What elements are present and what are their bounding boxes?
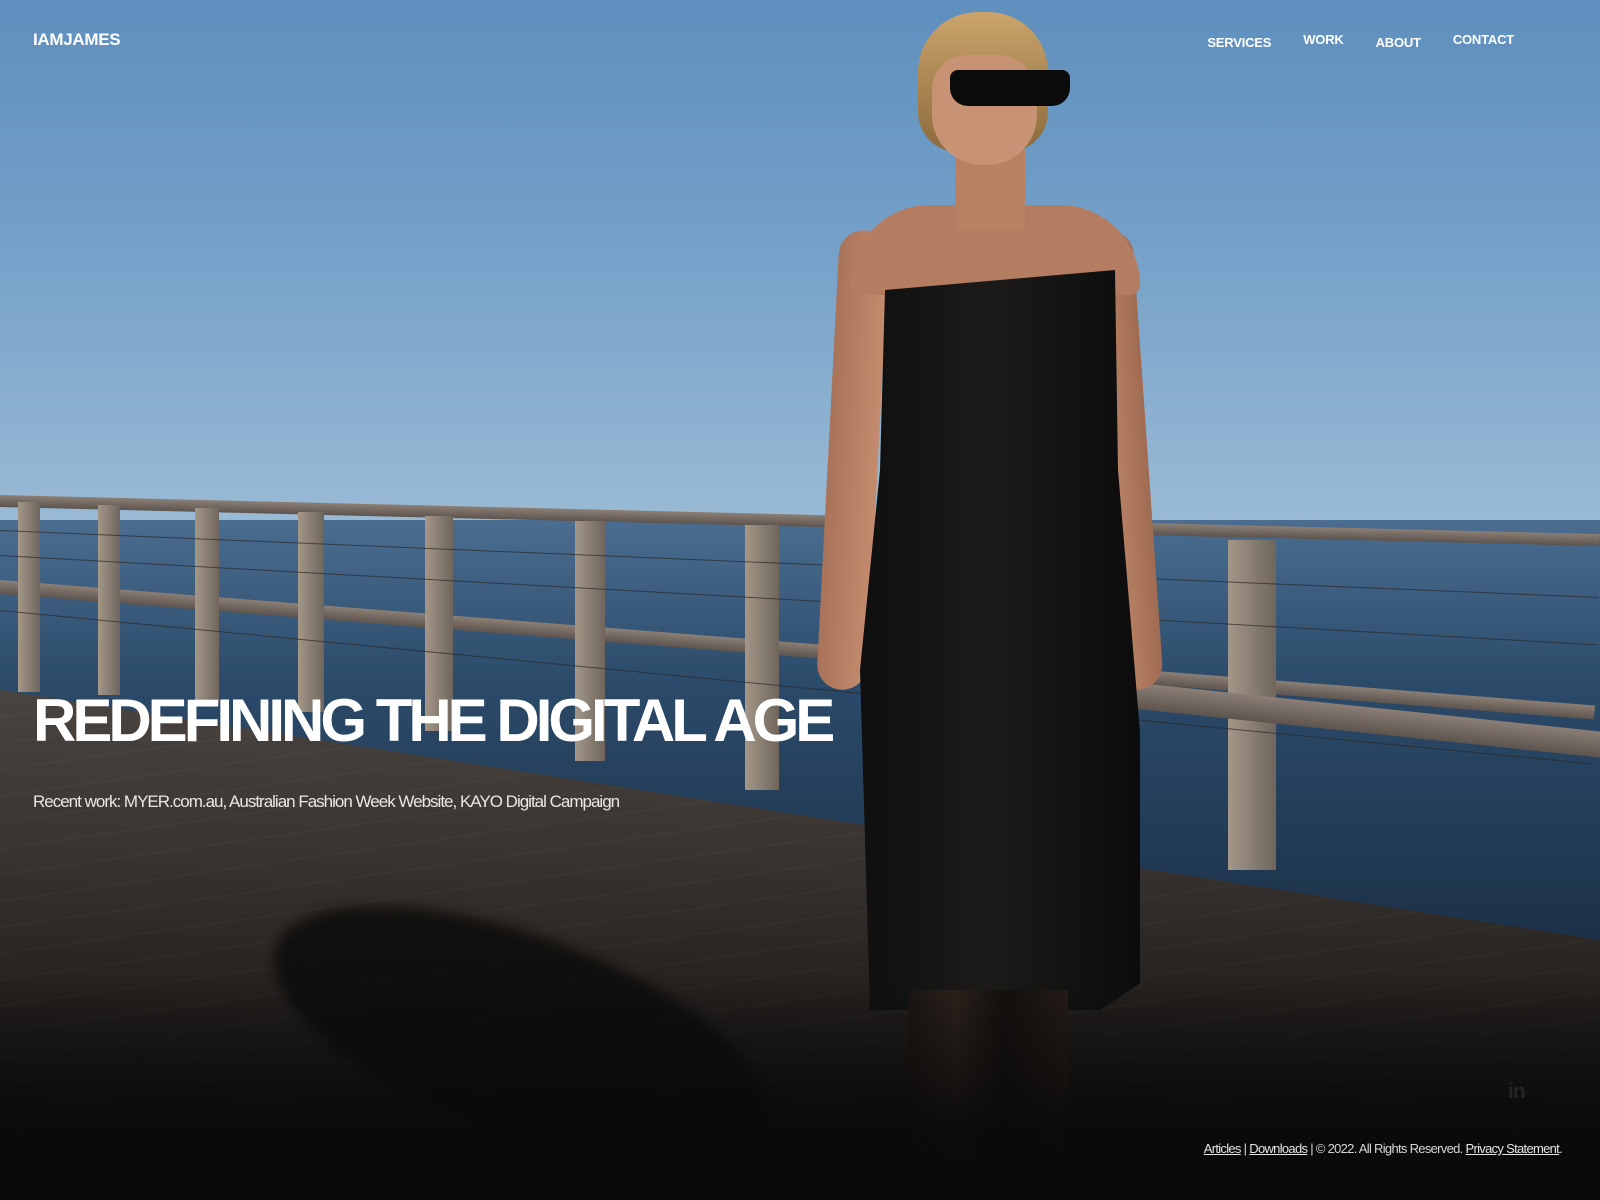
recent-work-text: Recent work: MYER.com.au, Australian Fas… <box>33 792 620 811</box>
footer-privacy-link[interactable]: Privacy Statement <box>1465 1141 1559 1156</box>
nav-work[interactable]: WORK <box>1303 32 1344 50</box>
hero-headline: REDEFINING THE DIGITAL AGE <box>33 687 835 754</box>
black-dress <box>860 270 1140 1010</box>
footer-separator: | <box>1240 1141 1250 1156</box>
footer-copyright: | © 2022. All Rights Reserved. <box>1307 1141 1466 1156</box>
footer: Articles | Downloads | © 2022. All Right… <box>1204 1141 1563 1156</box>
nav-contact[interactable]: CONTACT <box>1453 32 1514 50</box>
footer-period: . <box>1559 1141 1563 1156</box>
footer-downloads-link[interactable]: Downloads <box>1249 1141 1308 1156</box>
hero-background-image <box>0 0 1600 1200</box>
sky <box>0 0 1600 530</box>
linkedin-icon[interactable]: in <box>1508 1080 1526 1104</box>
nav-services[interactable]: SERVICES <box>1207 35 1271 50</box>
nav-about[interactable]: ABOUT <box>1376 35 1421 50</box>
sunglasses <box>950 70 1070 106</box>
brand-logo[interactable]: IAMJAMES <box>33 30 121 50</box>
bottom-gradient <box>0 980 1600 1200</box>
main-nav: SERVICES WORK ABOUT CONTACT <box>1207 32 1514 50</box>
footer-articles-link[interactable]: Articles <box>1204 1141 1242 1156</box>
railing-post <box>195 508 219 703</box>
